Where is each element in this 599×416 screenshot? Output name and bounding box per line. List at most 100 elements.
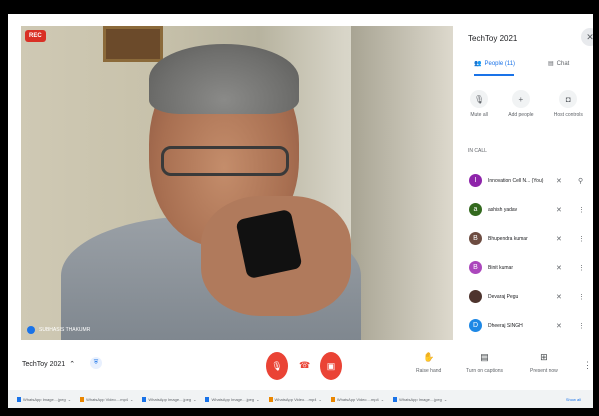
participant-name: Bhupendra kumar	[488, 235, 528, 242]
download-item[interactable]: WhatsApp Video....mp4 ⌄	[80, 396, 134, 402]
tab-people-label: People (11)	[484, 60, 516, 67]
avatar: D	[469, 319, 482, 332]
recording-badge: REC	[25, 30, 46, 42]
people-icon: 👥	[474, 61, 482, 67]
hangup-button[interactable]: ☎	[299, 360, 310, 371]
download-item[interactable]: WhatsApp Video....mp4 ⌄	[330, 396, 384, 402]
file-icon	[393, 396, 398, 402]
captions-button[interactable]: ▤ Turn on captions	[466, 352, 503, 374]
participant-name: Devaraj Pegu	[488, 293, 519, 300]
meeting-details-button[interactable]: TechToy 2021 ⌃	[22, 360, 76, 369]
cc-icon: ▤	[480, 352, 489, 362]
list-item[interactable]: B Bhupendra kumar ✕ ⋮	[460, 224, 593, 253]
mic-off-icon[interactable]: ✕	[556, 322, 562, 330]
mic-off-icon: 🎙	[271, 360, 283, 371]
background-wall	[351, 26, 453, 340]
list-item[interactable]: B Binit kumar ✕ ⋮	[460, 253, 593, 282]
show-all-link[interactable]: Show all	[566, 397, 581, 402]
raise-hand-label: Raise hand	[416, 368, 442, 374]
mic-off-icon[interactable]: ✕	[556, 293, 562, 301]
more-vert-icon[interactable]: ⋮	[583, 360, 592, 371]
host-controls-label: Host controls	[553, 112, 583, 118]
chevron-down-icon: ⌄	[443, 396, 448, 402]
mic-off-icon[interactable]: ✕	[556, 235, 562, 243]
person-glasses	[161, 146, 289, 176]
active-tab-indicator	[474, 74, 514, 76]
file-icon	[80, 396, 85, 402]
chevron-down-icon: ⌄	[256, 396, 260, 402]
more-vert-icon[interactable]: ⋮	[578, 235, 585, 243]
more-vert-icon[interactable]: ⋮	[578, 293, 585, 301]
mic-toggle-button[interactable]: 🎙	[266, 352, 288, 380]
in-call-heading: IN CALL	[468, 148, 487, 154]
download-item[interactable]: WhatsApp Image....jpeg ⌄	[142, 396, 196, 402]
panel-actions: 🎙 Mute all + Add people ◘ Host controls	[460, 90, 593, 130]
raise-hand-button[interactable]: ✋ Raise hand	[416, 352, 441, 374]
shield-icon[interactable]: ⛨	[90, 357, 102, 369]
more-vert-icon[interactable]: ⋮	[578, 322, 585, 330]
pin-icon[interactable]: ⚲	[578, 177, 583, 185]
avatar: I	[469, 174, 482, 187]
tab-chat-label: Chat	[556, 60, 570, 67]
present-button[interactable]: ⊞ Present now	[530, 352, 558, 374]
mic-off-icon[interactable]: ✕	[556, 264, 562, 272]
download-item[interactable]: WhatsApp Image....jpeg ⌄	[205, 396, 260, 402]
chevron-down-icon: ⌄	[318, 396, 322, 402]
panel-tabs: 👥 People (11) ▤ Chat	[460, 60, 593, 76]
avatar: B	[469, 261, 482, 274]
list-item[interactable]: I Innovation Cell N... (You) ✕ ⚲	[460, 166, 593, 195]
wall-frame	[103, 26, 163, 62]
mic-off-icon[interactable]: ✕	[556, 206, 562, 214]
camera-toggle-button[interactable]: ▣	[320, 352, 342, 380]
more-vert-icon[interactable]: ⋮	[578, 206, 585, 214]
video-tile[interactable]: REC SUBHASIS THAKUMR	[21, 26, 453, 340]
meeting-name: TechToy 2021	[22, 360, 66, 368]
avatar	[469, 290, 482, 303]
chevron-down-icon: ⌄	[130, 396, 134, 402]
present-icon: ⊞	[540, 352, 548, 362]
file-icon	[142, 396, 147, 402]
file-icon	[205, 396, 210, 402]
participant-name: Innovation Cell N... (You)	[488, 177, 544, 184]
download-item[interactable]: WhatsApp Image....jpeg ⌄	[393, 396, 448, 402]
list-item[interactable]: a ashish yadav ✕ ⋮	[460, 195, 593, 224]
file-icon	[330, 396, 335, 402]
download-bar: WhatsApp Image....jpeg ⌄ WhatsApp Video..…	[8, 390, 593, 408]
mic-off-icon[interactable]: ✕	[556, 177, 562, 185]
person-hair	[149, 44, 299, 114]
participant-name: SUBHASIS THAKUMR	[39, 327, 91, 333]
download-name: WhatsApp Image....jpeg	[211, 396, 255, 402]
camera-off-icon: ▣	[326, 360, 336, 371]
list-item[interactable]: Devaraj Pegu ✕ ⋮	[460, 282, 593, 311]
participant-list: I Innovation Cell N... (You) ✕ ⚲ a ashis…	[460, 166, 593, 340]
mute-all-button[interactable]: 🎙 Mute all	[470, 90, 489, 130]
chevron-down-icon: ⌄	[67, 396, 72, 402]
lock-icon: ◘	[559, 90, 578, 108]
participant-name: Dheeraj SINGH	[488, 322, 523, 329]
download-item[interactable]: WhatsApp Image....jpeg ⌄	[17, 396, 72, 402]
list-item[interactable]: D Dheeraj SINGH ✕ ⋮	[460, 311, 593, 340]
tab-chat[interactable]: ▤ Chat	[548, 60, 570, 68]
chevron-up-icon: ⌃	[69, 361, 76, 368]
file-icon	[268, 396, 273, 402]
download-name: WhatsApp Video....mp4	[86, 396, 129, 402]
pin-icon[interactable]	[27, 326, 35, 334]
download-item[interactable]: WhatsApp Video....mp4 ⌄	[268, 396, 322, 402]
download-name: WhatsApp Image....jpeg	[148, 396, 192, 402]
more-vert-icon[interactable]: ⋮	[578, 264, 585, 272]
add-people-label: Add people	[508, 112, 534, 118]
captions-label: Turn on captions	[466, 368, 504, 374]
download-name: WhatsApp Video....mp4	[336, 396, 379, 402]
avatar: B	[469, 232, 482, 245]
participant-name-tag: SUBHASIS THAKUMR	[27, 326, 90, 334]
close-icon[interactable]: ✕	[581, 28, 593, 46]
panel-title: TechToy 2021	[468, 34, 518, 43]
tab-people[interactable]: 👥 People (11)	[474, 60, 516, 68]
file-icon	[17, 396, 21, 402]
mute-all-label: Mute all	[470, 112, 488, 118]
download-name: WhatsApp Image....jpeg	[399, 396, 442, 402]
download-name: WhatsApp Video....mp4	[274, 396, 317, 402]
side-panel: TechToy 2021 ✕ 👥 People (11) ▤ Chat 🎙 Mu…	[460, 26, 593, 340]
host-controls-button[interactable]: ◘ Host controls	[554, 90, 583, 130]
add-people-button[interactable]: + Add people	[508, 90, 534, 130]
